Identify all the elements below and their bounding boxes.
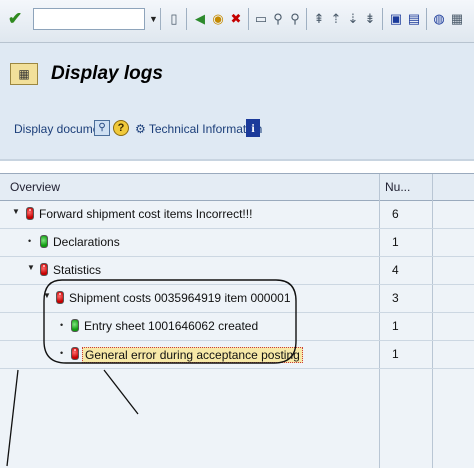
table-header: Overview Nu... — [0, 174, 474, 201]
expanded-triangle-icon[interactable]: ▼ — [12, 207, 20, 216]
table-row[interactable]: • Declarations 1 — [0, 229, 474, 257]
print-icon[interactable]: ▭ — [253, 9, 269, 29]
enter-icon[interactable]: ✔ — [8, 10, 26, 28]
help-icon[interactable]: ◍ — [431, 9, 447, 29]
toolbar-separator — [382, 8, 383, 30]
save-icon[interactable]: ▯ — [166, 9, 182, 29]
technical-information-icon: ⚙︎ — [135, 122, 149, 136]
find-icon[interactable]: ⚲ — [270, 9, 286, 29]
toolbar-separator — [248, 8, 249, 30]
row-text: Statistics — [53, 263, 102, 277]
find-next-icon[interactable]: ⚲ — [287, 9, 303, 29]
command-history-dropdown-icon[interactable]: ▼ — [149, 10, 159, 28]
row-number: 6 — [392, 207, 399, 221]
green-status-light-icon — [40, 235, 48, 248]
row-number: 1 — [392, 347, 399, 361]
menu-icon[interactable]: ▦ — [10, 63, 38, 85]
first-page-icon[interactable]: ⇞ — [311, 9, 327, 29]
annotation-pointer — [6, 369, 139, 467]
long-text-help-icon[interactable]: ? — [113, 120, 129, 136]
leaf-bullet-icon: • — [28, 236, 32, 246]
cancel-icon[interactable]: ✖ — [228, 9, 244, 29]
layout-icon[interactable]: ▦ — [449, 9, 465, 29]
title-bar: ▦ Display logs — [0, 43, 474, 103]
table-row[interactable]: ▼ Forward shipment cost items Incorrect!… — [0, 201, 474, 229]
shortcut-icon[interactable]: ▤ — [406, 9, 422, 29]
row-number: 1 — [392, 235, 399, 249]
detail-view-icon[interactable]: ⚲ — [94, 120, 110, 136]
back-icon[interactable]: ◀ — [192, 9, 208, 29]
last-page-icon[interactable]: ⇟ — [362, 9, 378, 29]
new-session-icon[interactable]: ▣ — [388, 9, 404, 29]
page-title: Display logs — [51, 63, 163, 84]
expanded-triangle-icon[interactable]: ▼ — [27, 263, 35, 272]
row-text: Declarations — [53, 235, 120, 249]
next-page-icon[interactable]: ⇣ — [345, 9, 361, 29]
annotation-callout — [43, 279, 297, 364]
toolbar-separator — [160, 8, 161, 30]
exit-icon[interactable]: ◉ — [210, 9, 226, 29]
toolbar-separator — [186, 8, 187, 30]
row-text: Forward shipment cost items Incorrect!!! — [39, 207, 253, 221]
row-number: 3 — [392, 291, 399, 305]
red-status-light-icon — [40, 263, 48, 276]
row-number: 1 — [392, 319, 399, 333]
application-toolbar: Display document ⚲ ? ⚙︎ Technical Inform… — [0, 103, 474, 161]
information-icon[interactable]: i — [246, 119, 260, 137]
toolbar-separator — [306, 8, 307, 30]
row-number: 4 — [392, 263, 399, 277]
prev-page-icon[interactable]: ⇡ — [328, 9, 344, 29]
command-field[interactable] — [33, 8, 145, 30]
toolbar-separator — [426, 8, 427, 30]
technical-information-button[interactable]: ⚙︎ Technical Information — [135, 122, 262, 136]
column-header-overview[interactable]: Overview — [10, 180, 60, 194]
red-status-light-icon — [26, 207, 34, 220]
column-header-number[interactable]: Nu... — [385, 180, 410, 194]
system-toolbar: ✔ ▼ ▯ ◀ ◉ ✖ ▭ ⚲ ⚲ ⇞ ⇡ ⇣ ⇟ ▣ ▤ ◍ ▦ — [0, 0, 474, 43]
